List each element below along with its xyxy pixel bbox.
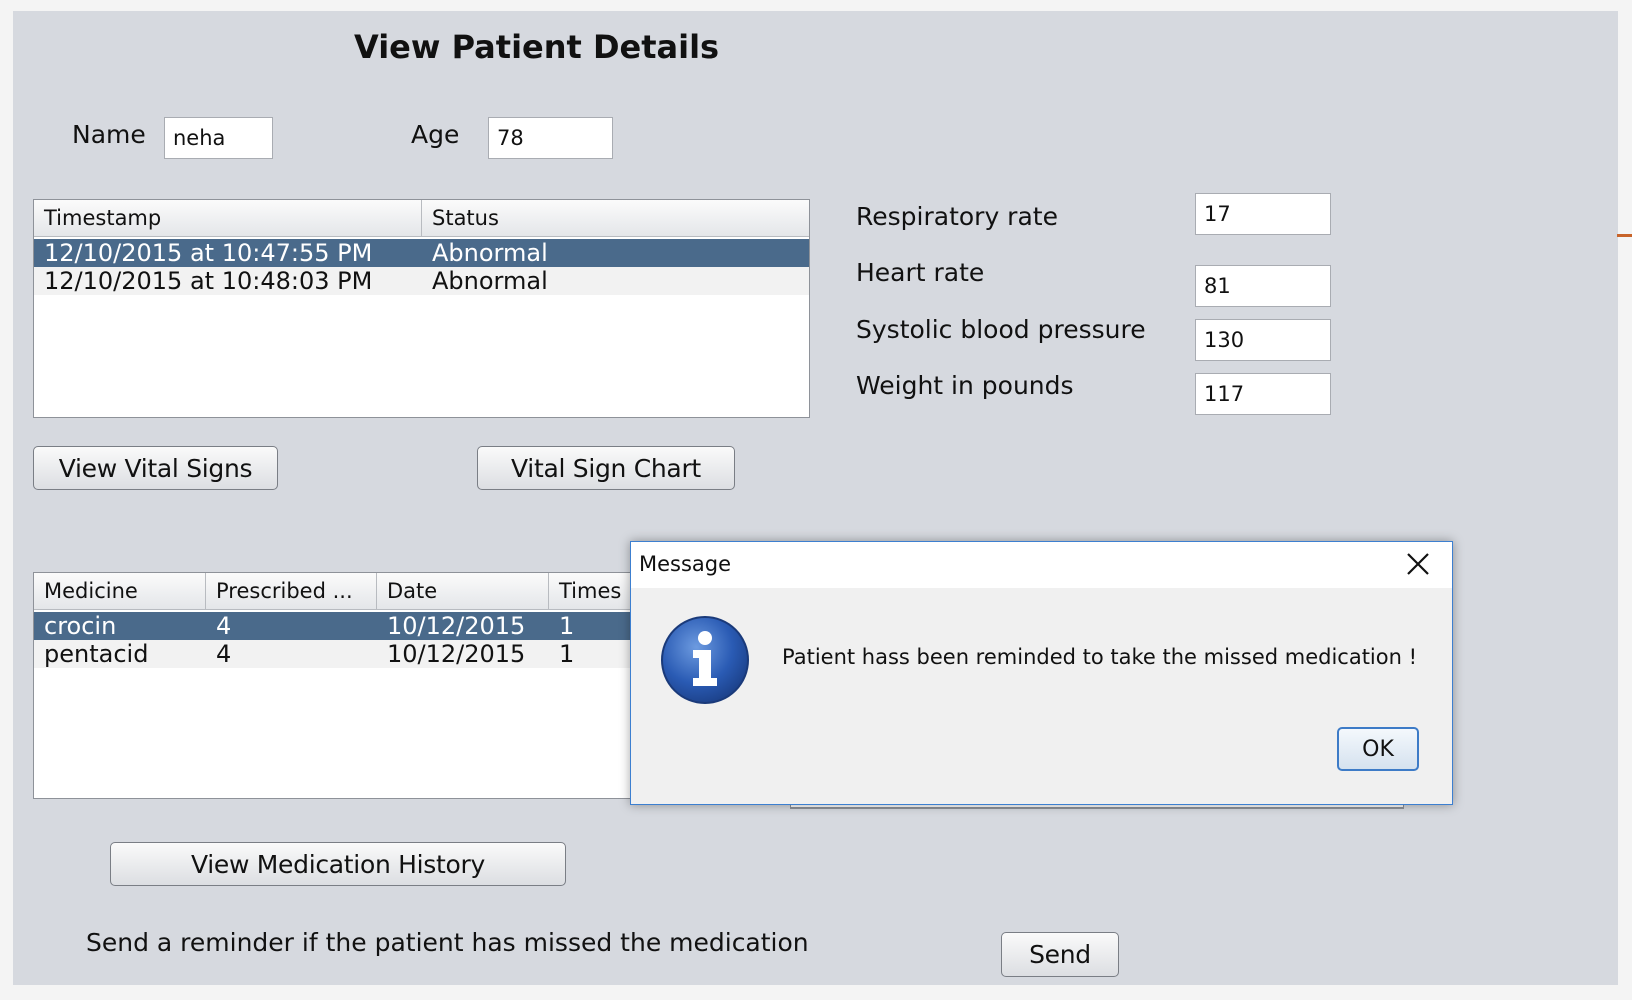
cell-times: 1	[559, 612, 575, 640]
cell-times: 1	[559, 640, 575, 668]
cell-prescribed: 4	[216, 640, 232, 668]
cell-status: Abnormal	[432, 239, 548, 267]
send-button[interactable]: Send	[1001, 932, 1119, 977]
ok-button[interactable]: OK	[1337, 727, 1419, 771]
table-row[interactable]: pentacid 4 10/12/2015 1	[34, 640, 644, 668]
reminder-text: Send a reminder if the patient has misse…	[86, 928, 809, 957]
table-header: Timestamp Status	[34, 200, 809, 237]
age-label: Age	[411, 120, 460, 149]
view-medication-history-button[interactable]: View Medication History	[110, 842, 566, 886]
table-row[interactable]: 12/10/2015 at 10:48:03 PM Abnormal	[34, 267, 809, 295]
table-row[interactable]: crocin 4 10/12/2015 1	[34, 612, 644, 640]
column-header-timestamp[interactable]: Timestamp	[34, 200, 422, 236]
vital-sign-chart-button[interactable]: Vital Sign Chart	[477, 446, 735, 490]
weight-field[interactable]: 117	[1195, 373, 1331, 415]
systolic-bp-field[interactable]: 130	[1195, 319, 1331, 361]
table-header: Medicine Prescribed ... Date Times	[34, 573, 644, 610]
cell-medicine: crocin	[44, 612, 117, 640]
heart-rate-field[interactable]: 81	[1195, 265, 1331, 307]
medication-table[interactable]: Medicine Prescribed ... Date Times croci…	[33, 572, 645, 799]
name-field[interactable]: neha	[164, 117, 273, 159]
edge-accent	[1617, 234, 1632, 237]
dialog-title: Message	[639, 552, 732, 576]
name-label: Name	[72, 120, 146, 149]
column-header-status[interactable]: Status	[422, 200, 809, 236]
column-header-prescribed[interactable]: Prescribed ...	[206, 573, 377, 609]
column-header-medicine[interactable]: Medicine	[34, 573, 206, 609]
column-header-date[interactable]: Date	[377, 573, 549, 609]
age-field[interactable]: 78	[488, 117, 613, 159]
dialog-titlebar[interactable]: Message	[631, 542, 1452, 588]
heart-rate-label: Heart rate	[856, 258, 985, 287]
cell-status: Abnormal	[432, 267, 548, 295]
close-icon[interactable]	[1404, 550, 1432, 578]
cell-timestamp: 12/10/2015 at 10:47:55 PM	[44, 239, 373, 267]
cell-timestamp: 12/10/2015 at 10:48:03 PM	[44, 267, 373, 295]
cell-date: 10/12/2015	[387, 640, 526, 668]
table-row[interactable]: 12/10/2015 at 10:47:55 PM Abnormal	[34, 239, 809, 267]
cell-date: 10/12/2015	[387, 612, 526, 640]
dialog-message: Patient hass been reminded to take the m…	[782, 645, 1418, 669]
systolic-bp-label: Systolic blood pressure	[856, 315, 1146, 344]
weight-label: Weight in pounds	[856, 371, 1074, 400]
info-icon	[661, 616, 749, 704]
respiratory-rate-field[interactable]: 17	[1195, 193, 1331, 235]
vital-signs-table[interactable]: Timestamp Status 12/10/2015 at 10:47:55 …	[33, 199, 810, 418]
respiratory-rate-label: Respiratory rate	[856, 202, 1058, 231]
cell-prescribed: 4	[216, 612, 232, 640]
message-dialog: Message Patient hass been reminded to ta…	[630, 541, 1453, 805]
cell-medicine: pentacid	[44, 640, 149, 668]
page-title: View Patient Details	[354, 28, 720, 66]
view-vital-signs-button[interactable]: View Vital Signs	[33, 446, 278, 490]
